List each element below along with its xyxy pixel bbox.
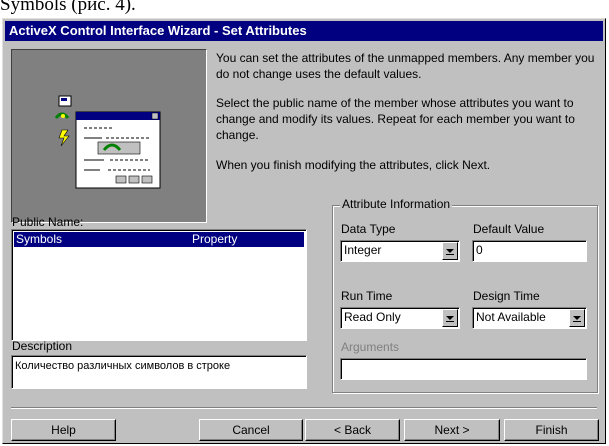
public-name-label: Public Name: bbox=[12, 215, 84, 229]
document-caption: Symbols (рис. 4). bbox=[0, 0, 136, 15]
member-name: Symbols bbox=[16, 232, 63, 246]
default-value-value: 0 bbox=[476, 243, 483, 257]
cancel-button[interactable]: Cancel bbox=[199, 419, 303, 441]
finish-button-label: Finish bbox=[535, 423, 568, 437]
design-time-dropdown[interactable]: Not Available bbox=[472, 307, 587, 329]
description-value: Количество различных символов в строке bbox=[15, 360, 231, 372]
description-label: Description bbox=[12, 339, 73, 353]
data-type-dropdown[interactable]: Integer bbox=[340, 240, 460, 262]
run-time-label: Run Time bbox=[341, 289, 393, 303]
wizard-dialog: ActiveX Control Interface Wizard - Set A… bbox=[2, 18, 606, 444]
attribute-information-title: Attribute Information bbox=[340, 197, 453, 211]
arguments-field[interactable] bbox=[340, 358, 587, 380]
public-name-list[interactable]: Symbols Property bbox=[11, 229, 307, 341]
description-field[interactable]: Количество различных символов в строке bbox=[11, 355, 307, 389]
intro-paragraph-2: Select the public name of the member who… bbox=[216, 96, 575, 142]
list-item[interactable]: Symbols Property bbox=[14, 232, 304, 247]
dropdown-arrow-icon[interactable] bbox=[442, 242, 458, 260]
help-button[interactable]: Help bbox=[11, 419, 116, 441]
finish-button[interactable]: Finish bbox=[504, 419, 599, 441]
window-title: ActiveX Control Interface Wizard - Set A… bbox=[5, 21, 603, 41]
next-button[interactable]: Next > bbox=[404, 419, 500, 441]
next-button-label: Next > bbox=[434, 423, 470, 437]
member-type: Property bbox=[192, 232, 238, 246]
dropdown-arrow-icon[interactable] bbox=[442, 309, 458, 327]
back-button-label: < Back bbox=[333, 423, 372, 437]
wizard-illustration-icon bbox=[11, 49, 207, 223]
default-value-label: Default Value bbox=[473, 222, 545, 236]
design-time-label: Design Time bbox=[473, 289, 540, 303]
intro-paragraph-3: When you finish modifying the attributes… bbox=[216, 158, 491, 172]
default-value-field[interactable]: 0 bbox=[472, 240, 587, 262]
run-time-dropdown[interactable]: Read Only bbox=[340, 307, 460, 329]
help-button-label: Help bbox=[51, 423, 76, 437]
intro-paragraph-1: You can set the attributes of the unmapp… bbox=[216, 51, 595, 81]
dropdown-arrow-icon[interactable] bbox=[569, 309, 585, 327]
data-type-label: Data Type bbox=[341, 222, 396, 236]
arguments-label: Arguments bbox=[341, 340, 400, 354]
back-button[interactable]: < Back bbox=[305, 419, 400, 441]
button-separator bbox=[11, 407, 597, 409]
cancel-button-label: Cancel bbox=[232, 423, 270, 437]
